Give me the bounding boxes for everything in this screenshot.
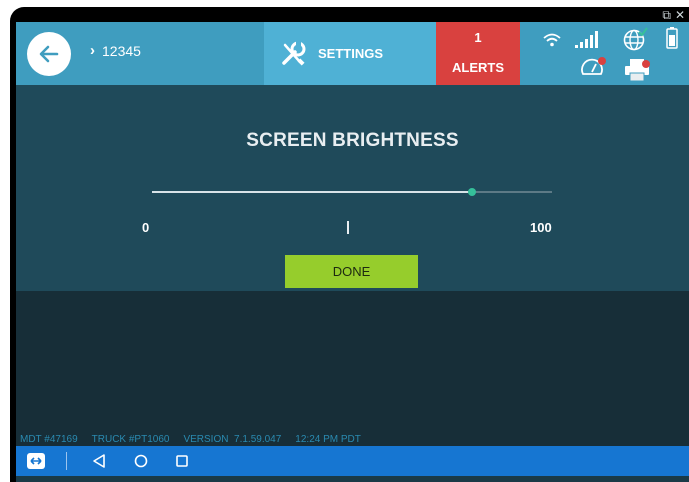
top-header: › 12345 SETTINGS 1 ALERTS (16, 22, 689, 85)
gauge-icon (581, 57, 606, 75)
truck-number: TRUCK #PT1060 (91, 434, 170, 445)
slider-max-label: 100 (530, 220, 552, 235)
brightness-slider[interactable] (152, 186, 552, 198)
system-nav-bar (16, 446, 689, 476)
content-area: MDT #47169 TRUCK #PT1060 VERSION 7.1.59.… (16, 291, 689, 446)
slider-min-label: 0 (142, 220, 150, 235)
chevron-right-icon: › (90, 42, 95, 59)
wrench-screwdriver-icon (282, 40, 306, 66)
page-title: SCREEN BRIGHTNESS (246, 130, 459, 151)
home-circle-icon[interactable] (133, 453, 149, 469)
breadcrumb[interactable]: › 12345 (90, 42, 141, 59)
back-triangle-icon[interactable] (92, 453, 106, 469)
battery-icon (666, 27, 678, 49)
printer-icon (625, 59, 650, 82)
version-text: VERSION 7.1.59.047 (183, 434, 282, 445)
close-icon[interactable]: ✕ (675, 8, 685, 23)
breadcrumb-text: 12345 (102, 42, 141, 59)
time-text: 12:24 PM PDT (295, 434, 361, 445)
device-info-bar: MDT #47169 TRUCK #PT1060 VERSION 7.1.59.… (20, 434, 361, 445)
slider-fill (152, 191, 472, 193)
wifi-icon (543, 33, 561, 47)
tab-settings[interactable]: SETTINGS (264, 22, 436, 85)
nav-divider (66, 452, 67, 470)
window-controls: ⧉ ✕ (662, 8, 685, 23)
device-frame: ⧉ ✕ › 12345 SETTINGS 1 ALERTS SCREEN BRI… (10, 7, 689, 482)
popout-icon[interactable]: ⧉ (662, 8, 671, 23)
done-button[interactable]: DONE (285, 255, 418, 288)
signal-bars-icon (575, 31, 598, 48)
remote-control-icon[interactable] (26, 452, 46, 470)
arrow-left-icon (39, 45, 59, 63)
status-icons (520, 22, 689, 85)
app-screen: › 12345 SETTINGS 1 ALERTS SCREEN BRIGHTN… (16, 22, 689, 482)
slider-thumb[interactable] (468, 188, 476, 196)
globe-icon (623, 27, 648, 51)
alerts-button[interactable]: 1 ALERTS (436, 22, 520, 85)
recents-square-icon[interactable] (174, 453, 190, 469)
brightness-panel: SCREEN BRIGHTNESS 0 100 DONE (16, 85, 689, 291)
slider-mid-tick (347, 221, 349, 234)
mdt-number: MDT #47169 (20, 434, 78, 445)
alerts-label: ALERTS (452, 60, 504, 75)
settings-label: SETTINGS (318, 46, 384, 61)
back-button[interactable] (27, 32, 71, 76)
alerts-count: 1 (474, 30, 482, 45)
